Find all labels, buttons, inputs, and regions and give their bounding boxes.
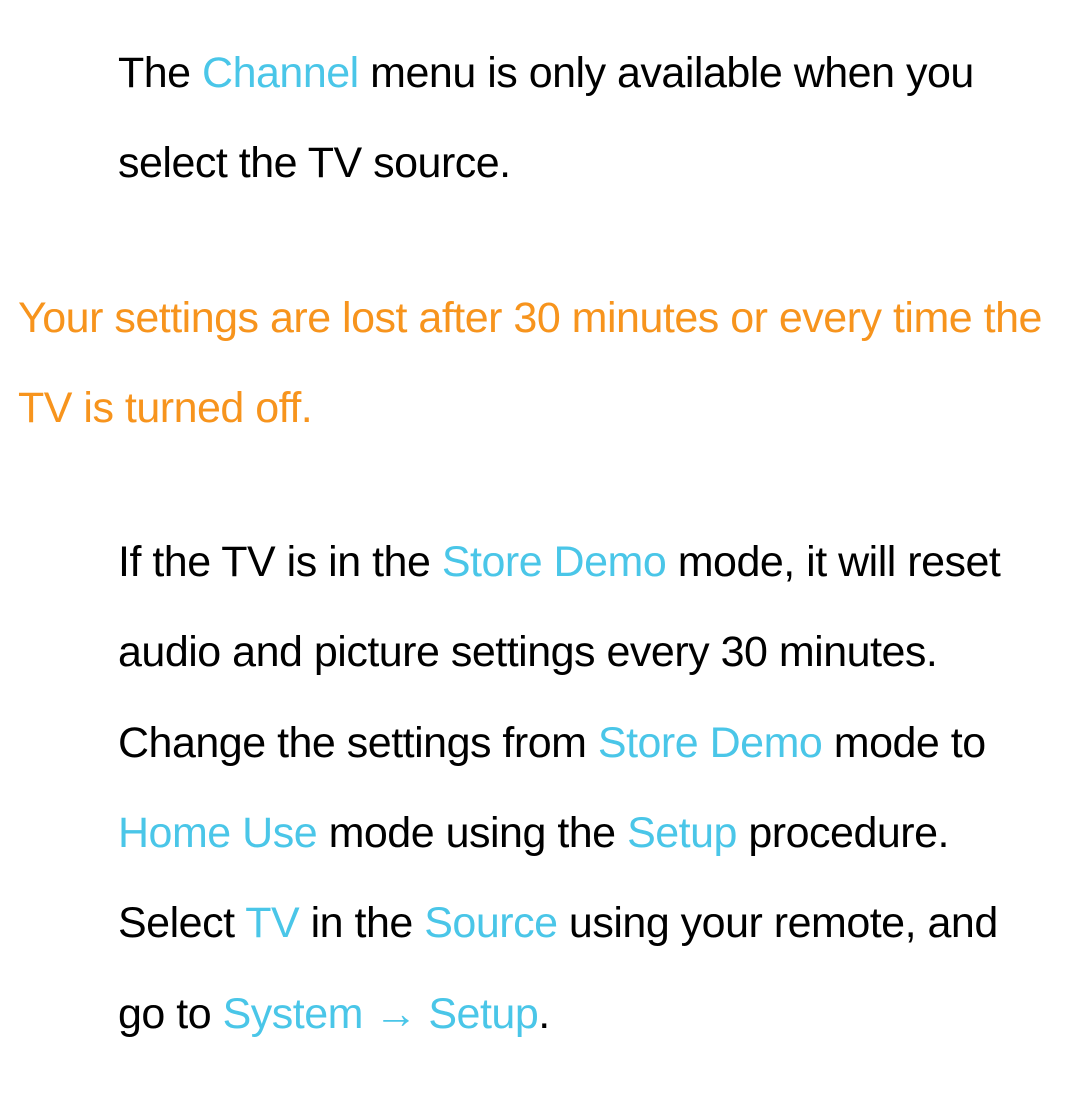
term-setup: Setup xyxy=(627,809,737,857)
text-fragment: . xyxy=(538,990,549,1038)
arrow-icon: → xyxy=(363,990,428,1038)
text-fragment: If the TV is in the xyxy=(118,538,442,586)
paragraph-channel-menu: The Channel menu is only available when … xyxy=(0,0,1080,209)
term-tv: TV xyxy=(245,899,299,947)
term-channel: Channel xyxy=(202,49,359,97)
term-store-demo: Store Demo xyxy=(442,538,666,586)
paragraph-warning-settings-lost: Your settings are lost after 30 minutes … xyxy=(0,209,1080,454)
term-store-demo: Store Demo xyxy=(598,719,822,767)
term-source: Source xyxy=(424,899,557,947)
term-home-use: Home Use xyxy=(118,809,317,857)
term-system: System xyxy=(223,990,363,1038)
text-fragment: mode using the xyxy=(317,809,627,857)
text-fragment: The xyxy=(118,49,202,97)
text-fragment: mode to xyxy=(822,719,985,767)
term-setup: Setup xyxy=(428,990,538,1038)
warning-text: Your settings are lost after 30 minutes … xyxy=(18,294,1042,432)
text-fragment: in the xyxy=(299,899,424,947)
paragraph-store-demo-explanation: If the TV is in the Store Demo mode, it … xyxy=(0,453,1080,1059)
